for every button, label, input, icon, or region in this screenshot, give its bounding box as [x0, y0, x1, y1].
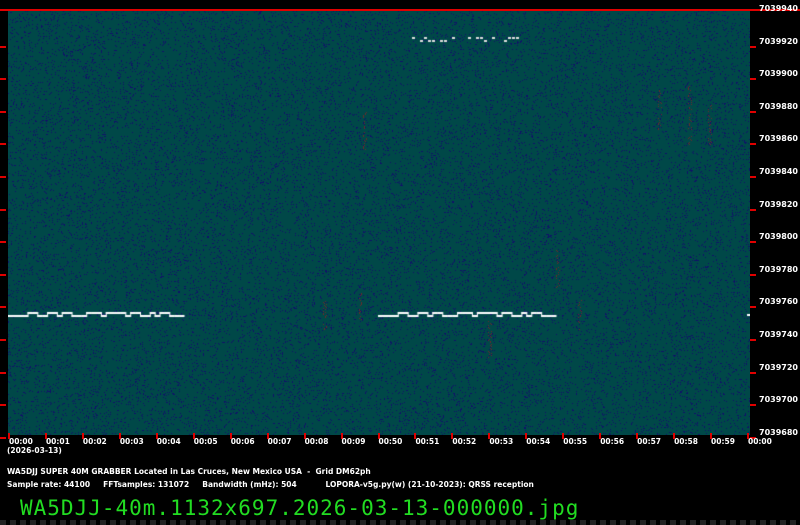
frequency-tick — [750, 339, 756, 341]
frequency-label: 7039940 — [759, 4, 798, 13]
time-label: 00:04 — [156, 437, 181, 446]
frequency-tick — [750, 78, 756, 81]
frequency-tick — [750, 176, 756, 178]
capture-parameters: Sample rate: 44100 FFTsamples: 131072 Ba… — [7, 480, 534, 489]
frequency-tick — [750, 306, 756, 309]
frequency-label: 7039880 — [759, 101, 798, 111]
image-filename: WA5DJJ-40m.1132x697.2026-03-13-000000.jp… — [20, 496, 580, 520]
frequency-tick — [750, 404, 756, 407]
frequency-tick — [750, 371, 756, 374]
frequency-label: 7039780 — [759, 264, 798, 274]
frequency-label: 7039700 — [759, 395, 798, 405]
time-label: 00:02 — [82, 437, 107, 446]
frequency-tick — [0, 371, 6, 374]
frequency-label: 7039740 — [759, 330, 798, 339]
frequency-tick — [750, 241, 756, 244]
top-marker-line — [0, 9, 800, 11]
time-label: 00:01 — [45, 437, 70, 446]
frequency-tick — [750, 208, 756, 211]
frequency-tick — [0, 404, 6, 407]
frequency-label: 7039800 — [759, 232, 798, 242]
frequency-tick — [0, 143, 6, 146]
frequency-tick — [750, 110, 756, 113]
bottom-border — [0, 520, 800, 525]
time-label: 00:03 — [119, 437, 144, 446]
frequency-tick — [0, 176, 6, 178]
time-label: 00:09 — [341, 437, 366, 446]
time-label: 00:50 — [378, 437, 403, 446]
time-label: 00:51 — [415, 437, 440, 446]
time-label: 00:00 — [9, 437, 33, 446]
frequency-label: 7039900 — [759, 69, 798, 79]
time-label: 00:58 — [674, 437, 698, 446]
waterfall-spectrogram — [8, 10, 750, 435]
time-label: 00:52 — [452, 437, 477, 446]
time-label: 00:06 — [230, 437, 255, 446]
time-label: 00:59 — [711, 437, 735, 446]
frequency-tick — [750, 273, 756, 276]
time-label: 00:07 — [267, 437, 292, 446]
frequency-label: 7039680 — [759, 427, 798, 437]
time-label: 00:00 — [748, 437, 772, 446]
frequency-tick — [750, 45, 756, 48]
frequency-tick — [750, 143, 756, 146]
frequency-tick — [0, 208, 6, 211]
time-label: 00:53 — [489, 437, 514, 446]
frequency-label: 7039840 — [759, 167, 798, 176]
frequency-label: 7039720 — [759, 362, 798, 372]
frequency-tick — [0, 306, 6, 309]
frequency-label: 7039860 — [759, 134, 798, 144]
frequency-tick — [0, 110, 6, 113]
time-label: 00:05 — [193, 437, 218, 446]
frequency-label: 7039760 — [759, 297, 798, 307]
frequency-label: 7039920 — [759, 36, 798, 46]
frequency-label: 7039820 — [759, 199, 798, 209]
time-label: 00:08 — [304, 437, 329, 446]
frequency-tick — [0, 339, 6, 341]
date-label: (2026-03-13) — [7, 446, 62, 455]
station-info: WA5DJJ SUPER 40M GRABBER Located in Las … — [7, 467, 371, 476]
time-label: 00:55 — [563, 437, 588, 446]
frequency-tick — [0, 436, 6, 439]
frequency-tick — [0, 273, 6, 276]
time-label: 00:56 — [600, 437, 625, 446]
time-label: 00:57 — [637, 437, 662, 446]
frequency-tick — [0, 45, 6, 48]
frequency-tick — [0, 78, 6, 81]
frequency-tick — [0, 241, 6, 244]
time-label: 00:54 — [526, 437, 551, 446]
